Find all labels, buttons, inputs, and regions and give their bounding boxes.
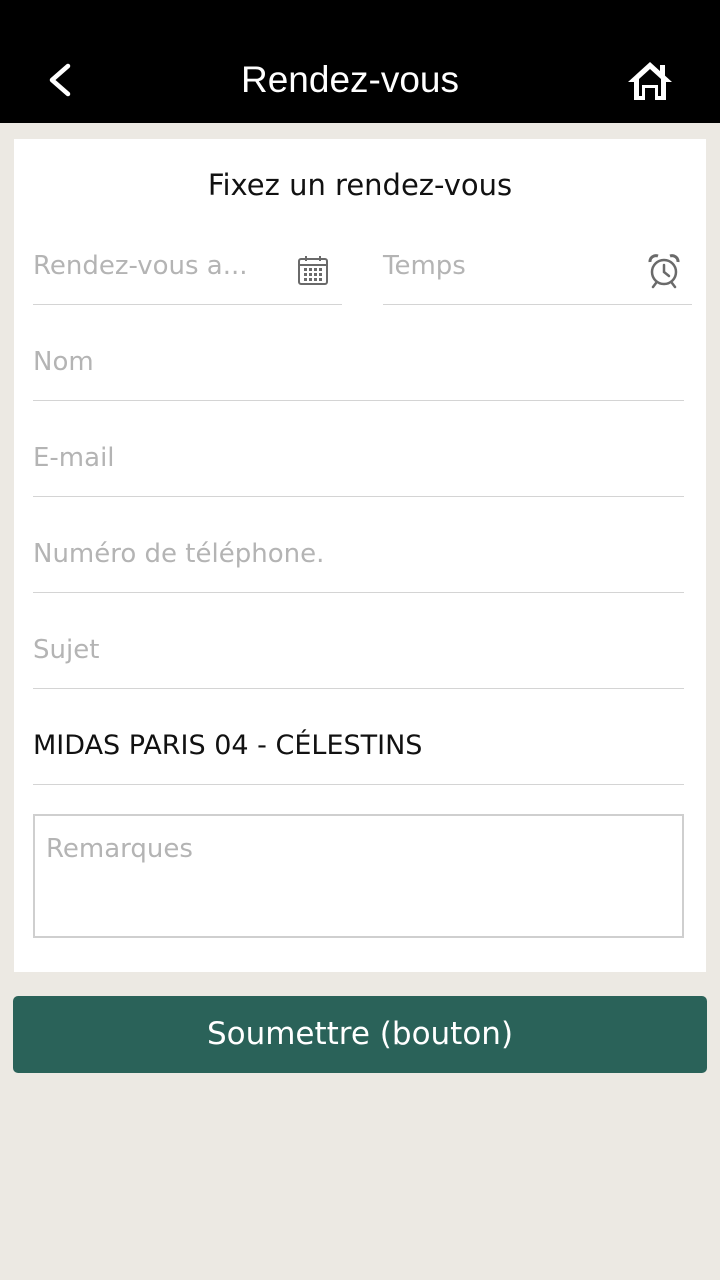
branch-value: MIDAS PARIS 04 - CÉLESTINS — [33, 730, 423, 761]
submit-button[interactable]: Soumettre (bouton) — [13, 996, 707, 1073]
branch-selector[interactable]: MIDAS PARIS 04 - CÉLESTINS — [33, 724, 684, 785]
time-field[interactable]: Temps — [383, 244, 692, 305]
form-title: Fixez un rendez-vous — [207, 168, 513, 202]
email-field[interactable]: E-mail — [33, 436, 684, 497]
home-button[interactable] — [626, 58, 674, 102]
date-field[interactable]: Rendez-vous a... — [33, 244, 342, 305]
page-title: Rendez-vous — [240, 59, 459, 100]
date-placeholder: Rendez-vous a... — [33, 251, 248, 281]
remarks-textarea[interactable]: Remarques — [33, 814, 684, 938]
home-icon — [628, 62, 672, 100]
phone-field[interactable]: Numéro de téléphone. — [33, 532, 684, 593]
time-placeholder: Temps — [383, 251, 466, 281]
calendar-icon — [298, 256, 328, 285]
alarm-clock-icon — [648, 254, 680, 289]
top-bar: Rendez-vous — [0, 0, 720, 123]
email-placeholder: E-mail — [33, 443, 115, 473]
phone-placeholder: Numéro de téléphone. — [33, 539, 325, 569]
remarks-placeholder: Remarques — [46, 834, 193, 864]
name-placeholder: Nom — [33, 347, 94, 377]
subject-field[interactable]: Sujet — [33, 628, 684, 689]
appointment-form-card: Fixez un rendez-vous Rendez-vous a... Te… — [14, 139, 706, 972]
subject-placeholder: Sujet — [33, 635, 100, 665]
name-field[interactable]: Nom — [33, 340, 684, 401]
